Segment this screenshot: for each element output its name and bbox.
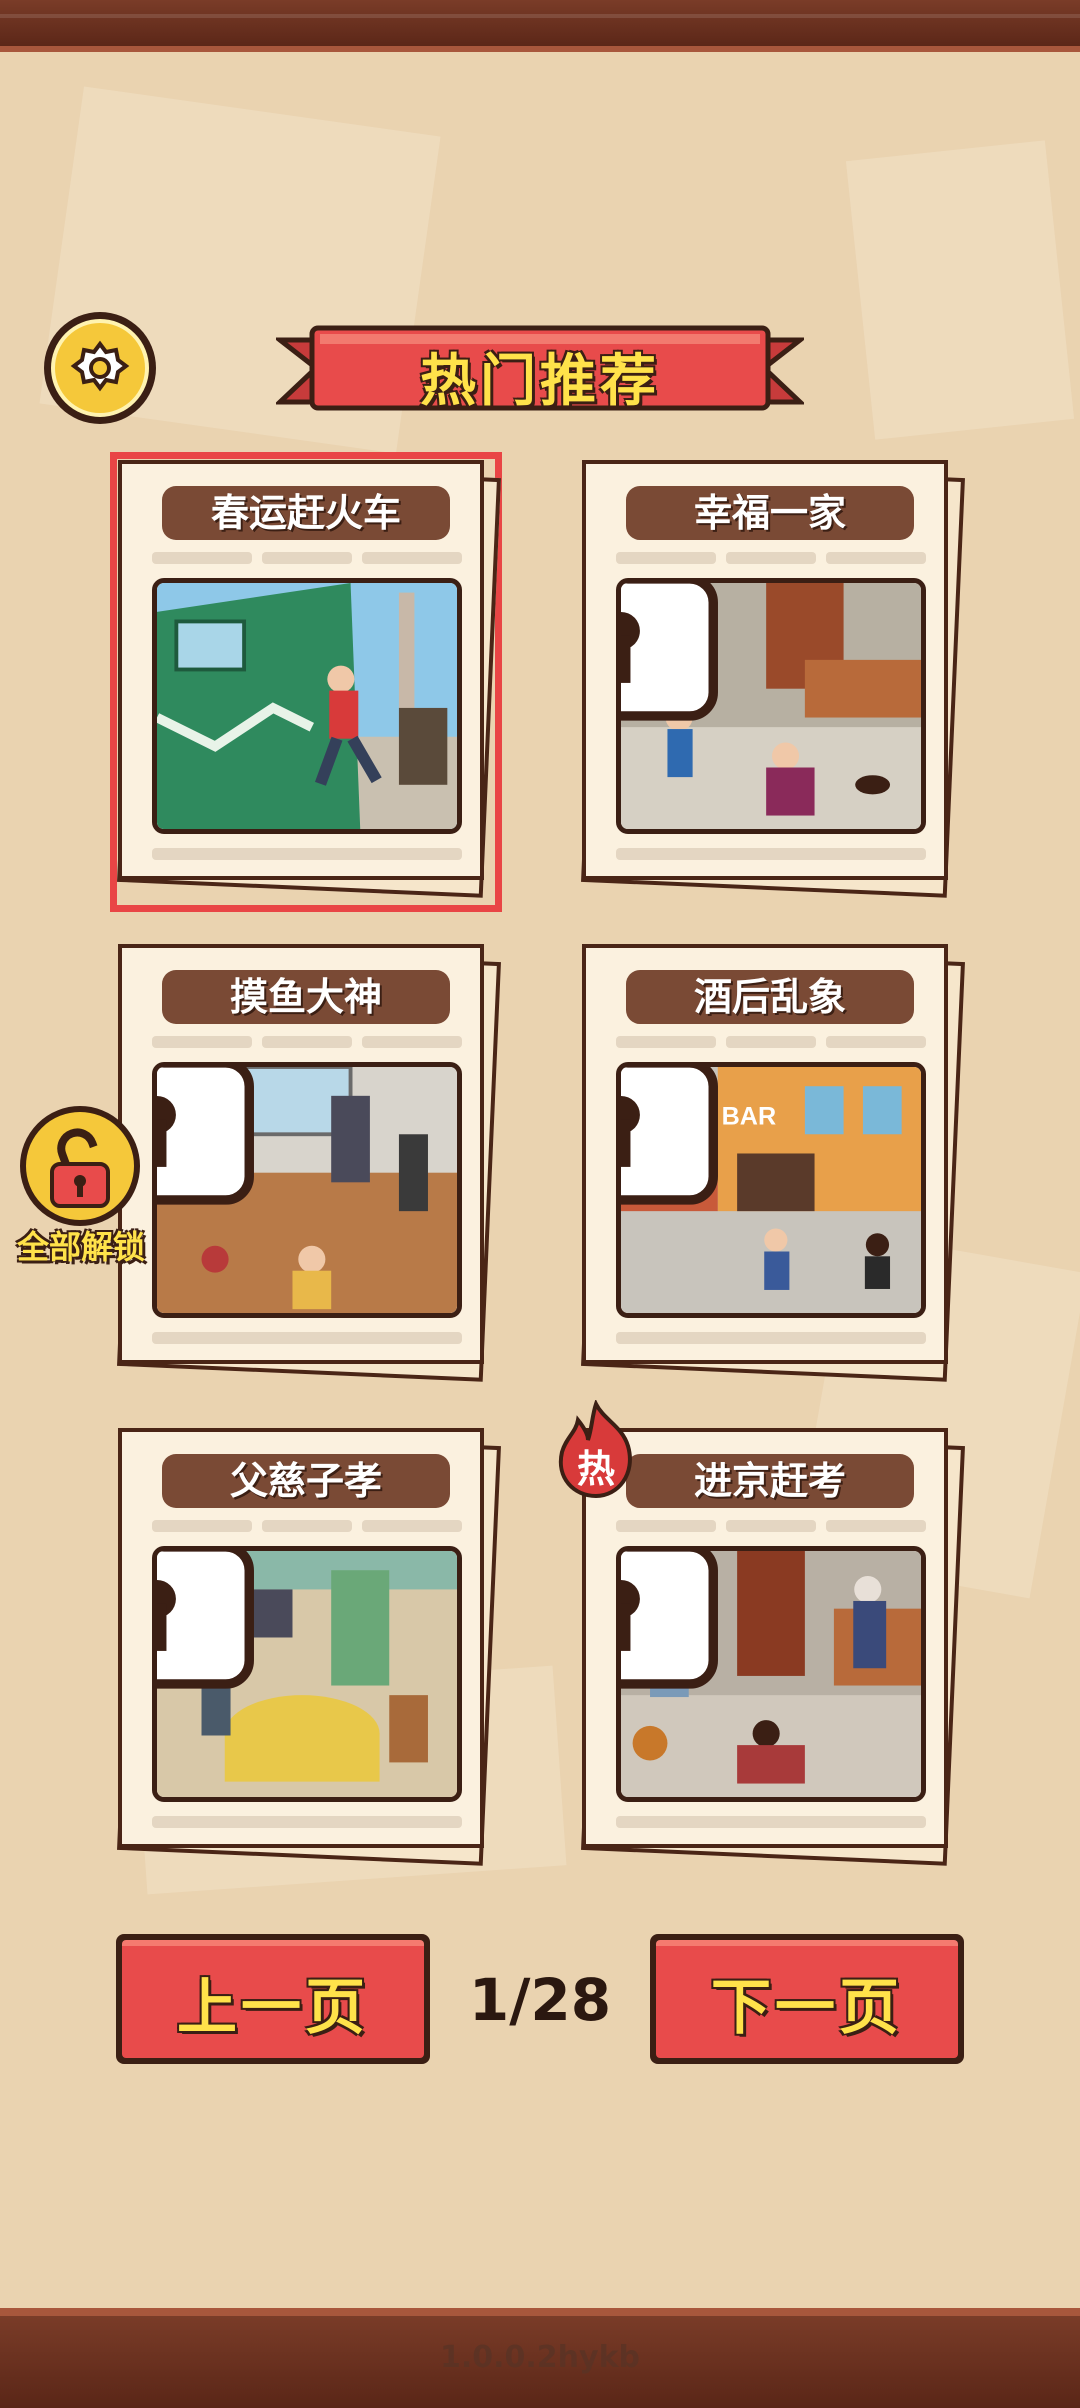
lock-icon	[621, 1551, 718, 1689]
top-wood-bar	[0, 0, 1080, 52]
gear-icon	[70, 340, 130, 392]
level-card-drunk-chaos[interactable]: 酒后乱象 BAR	[581, 944, 965, 1382]
level-title: 父慈子孝	[162, 1454, 450, 1508]
level-card-happy-family[interactable]: 幸福一家	[581, 460, 965, 898]
unlock-all-button[interactable]: 全部解锁	[6, 1106, 156, 1276]
lock-icon	[157, 1551, 254, 1689]
next-page-label: 下一页	[656, 1940, 958, 2058]
unlocked-lock-icon	[50, 1128, 110, 1208]
level-thumbnail	[616, 1546, 926, 1802]
level-card-father-son[interactable]: 父慈子孝	[117, 1428, 501, 1866]
lock-icon	[621, 1067, 718, 1205]
level-title: 酒后乱象	[626, 970, 914, 1024]
level-card-spring-train[interactable]: 春运赶火车	[117, 460, 501, 898]
level-title: 幸福一家	[626, 486, 914, 540]
level-title: 春运赶火车	[162, 486, 450, 540]
page-title: 热门推荐	[420, 349, 660, 414]
page-indicator: 1/28	[468, 1966, 612, 2034]
prev-page-label: 上一页	[122, 1940, 424, 2058]
prev-page-button[interactable]: 上一页	[116, 1934, 430, 2064]
background-paper-scrap	[845, 140, 1075, 440]
hot-badge-label: 热	[576, 1447, 615, 1491]
level-title: 摸鱼大神	[162, 970, 450, 1024]
level-title: 进京赶考	[626, 1454, 914, 1508]
level-card-slacker[interactable]: 摸鱼大神	[117, 944, 501, 1382]
title-ribbon: 热门推荐	[276, 322, 804, 414]
lock-icon	[621, 583, 718, 721]
level-thumbnail	[152, 1546, 462, 1802]
level-thumbnail	[616, 578, 926, 834]
settings-button[interactable]	[44, 312, 156, 424]
level-thumbnail	[152, 578, 462, 834]
unlock-all-label: 全部解锁	[16, 1228, 145, 1266]
version-label: 1.0.0.2hykb	[439, 2340, 641, 2375]
next-page-button[interactable]: 下一页	[650, 1934, 964, 2064]
level-thumbnail	[152, 1062, 462, 1318]
lock-icon	[157, 1067, 254, 1205]
level-thumbnail: BAR	[616, 1062, 926, 1318]
hot-badge: 热	[552, 1398, 640, 1500]
